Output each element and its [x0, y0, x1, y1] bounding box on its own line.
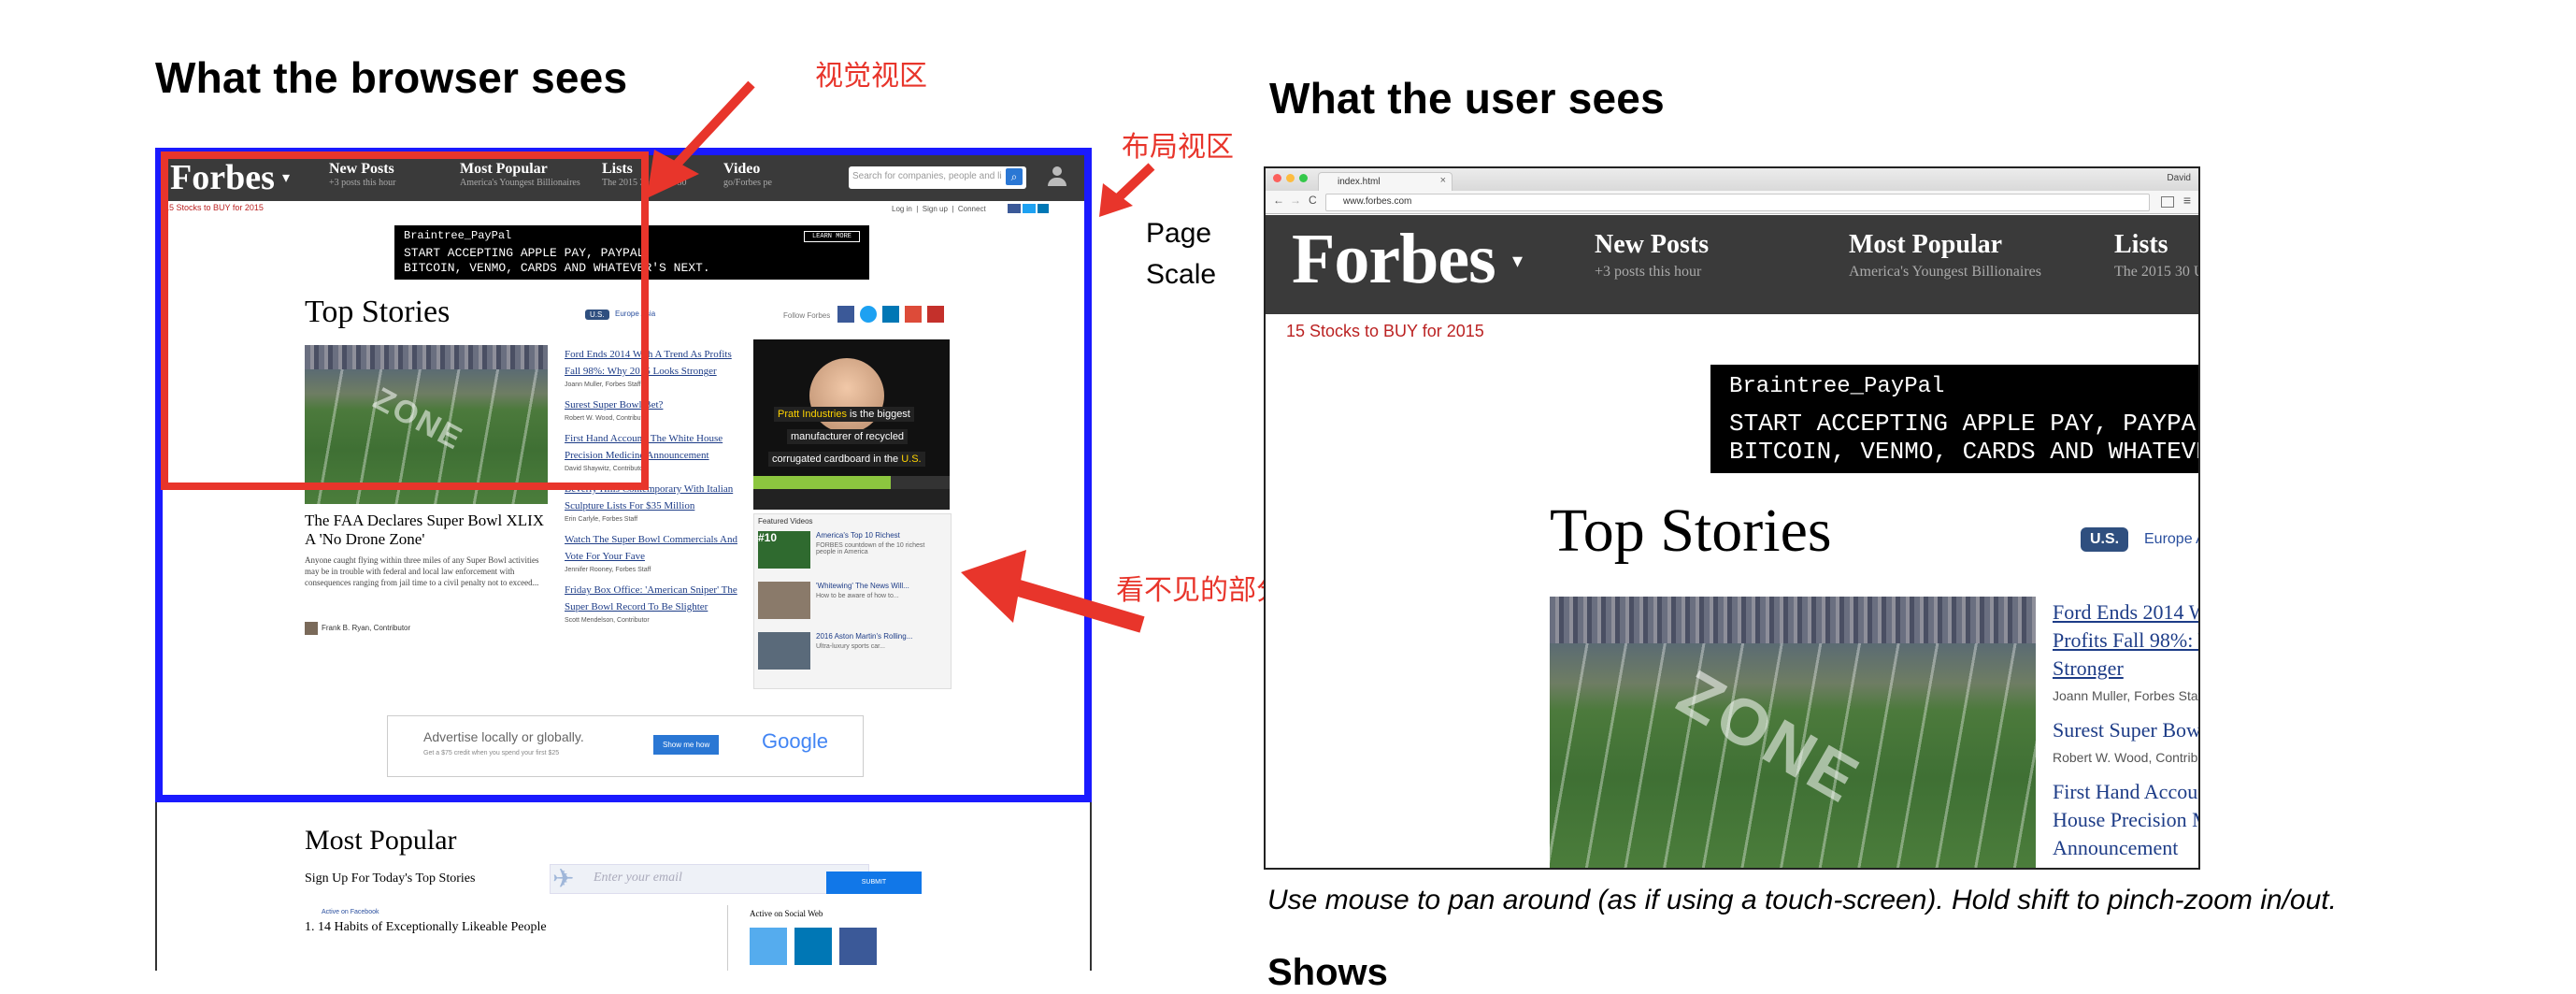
browser-window: index.html × David ← → C www.forbes.com …	[1264, 166, 2200, 870]
browser-tab[interactable]: index.html ×	[1318, 172, 1453, 192]
side-story-item[interactable]: Surest Super Bowl Bet?Robert W. Wood, Co…	[2053, 716, 2198, 765]
usage-caption: Use mouse to pan around (as if using a t…	[1267, 885, 2337, 915]
page-action-icon[interactable]	[2161, 196, 2174, 208]
side-story-list-zoomed: Ford Ends 2014 With A Trend As Profits F…	[2053, 598, 2198, 868]
region-us-badge-zoomed[interactable]: U.S.	[2081, 527, 2129, 552]
browser-tab-bar: index.html × David	[1266, 168, 2198, 192]
arrow-layout-viewport	[1099, 163, 1155, 217]
close-dot-icon[interactable]	[1273, 174, 1281, 182]
back-icon[interactable]: ←	[1273, 194, 1284, 207]
nav-new-posts[interactable]: New Posts +3 posts this hour	[1595, 230, 1709, 281]
nav-most-popular[interactable]: Most Popular America's Youngest Billionai…	[1849, 230, 2041, 281]
next-heading: Shows	[1267, 952, 1388, 993]
logo-chevron-icon: ▾	[1512, 249, 1524, 272]
reload-icon[interactable]: C	[1309, 194, 1317, 207]
minimize-dot-icon[interactable]	[1286, 174, 1295, 182]
nav-lists[interactable]: ListsThe 2015 30 Under 30	[2114, 230, 2198, 281]
braintree-ad-zoomed[interactable]: Braintree_PayPal START ACCEPTING APPLE P…	[1710, 365, 2198, 473]
arrow-invisible-part	[961, 550, 1145, 633]
top-stories-title-zoomed: Top Stories	[1550, 497, 1832, 565]
address-bar[interactable]: www.forbes.com	[1325, 194, 2150, 211]
arrow-visual-viewport	[647, 80, 755, 198]
region-links-zoomed[interactable]: Europe Asia	[2144, 531, 2198, 548]
side-story-item[interactable]: First Hand Account: The White House Prec…	[2053, 778, 2198, 868]
forbes-logo-zoomed[interactable]: Forbes	[1292, 219, 1496, 300]
tab-close-icon[interactable]: ×	[1440, 175, 1446, 186]
right-heading: What the user sees	[1269, 74, 1665, 122]
forbes-header-zoomed: Forbes ▾ New Posts +3 posts this hour Mos…	[1266, 215, 2198, 314]
zoom-dot-icon[interactable]	[1299, 174, 1308, 182]
main-story-image-zoomed[interactable]: ZONE	[1550, 597, 2036, 868]
menu-icon[interactable]: ≡	[2183, 193, 2191, 208]
user-name[interactable]: David	[2167, 173, 2191, 183]
forward-icon[interactable]: →	[1290, 194, 1301, 207]
side-story-item[interactable]: Ford Ends 2014 With A Trend As Profits F…	[2053, 598, 2198, 703]
browser-toolbar: ← → C www.forbes.com ≡	[1266, 191, 2198, 214]
promo-link-zoomed[interactable]: 15 Stocks to BUY for 2015	[1286, 322, 1484, 341]
